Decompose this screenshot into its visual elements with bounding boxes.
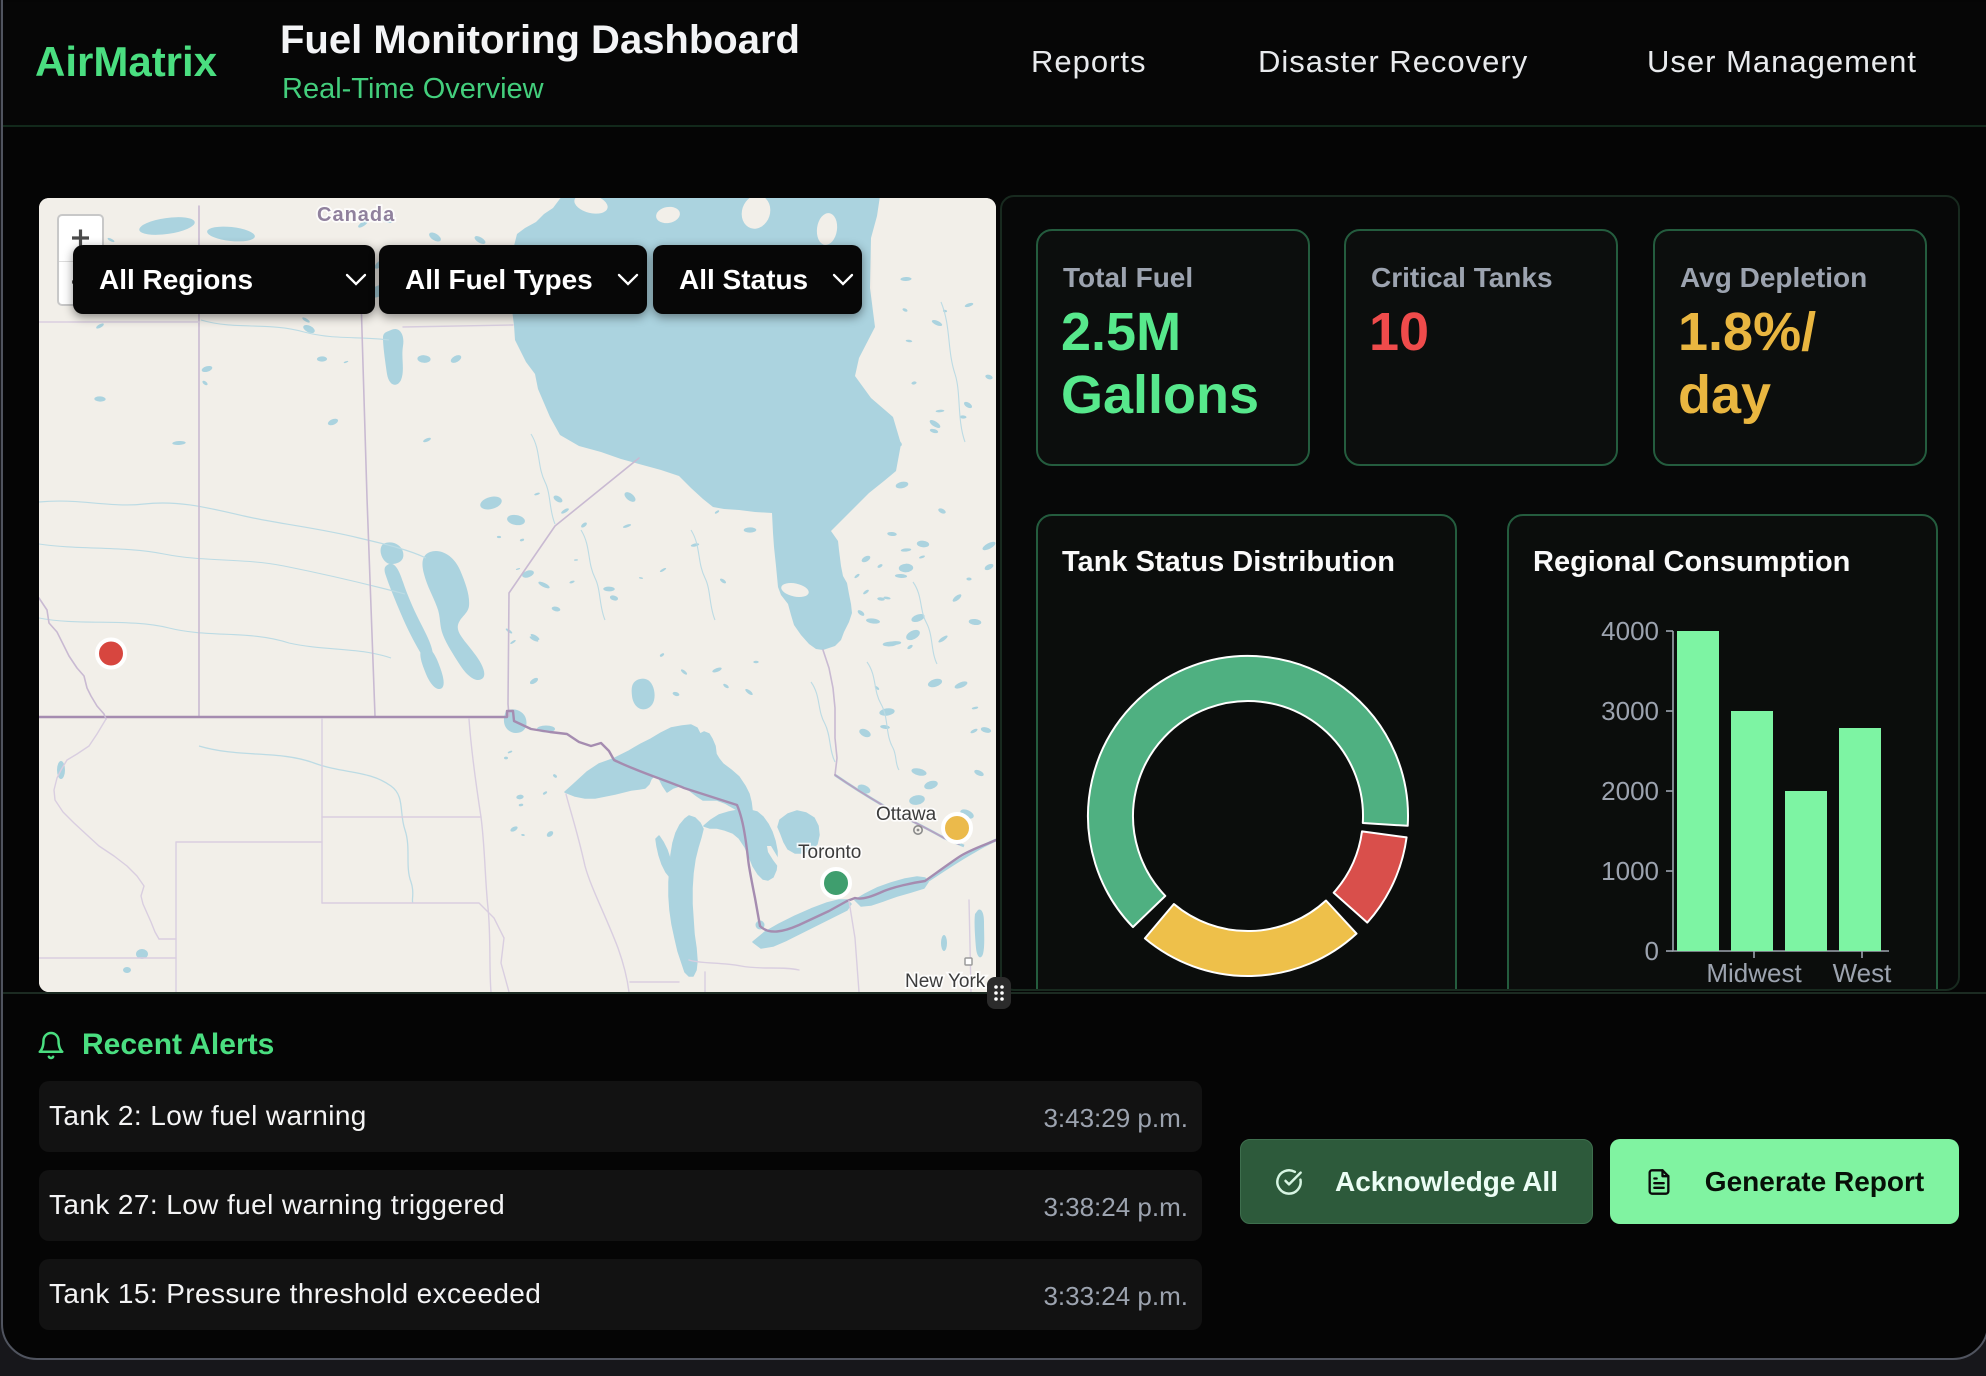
svg-text:Toronto: Toronto	[798, 842, 861, 863]
svg-text:Canada: Canada	[317, 204, 395, 226]
svg-text:Midwest: Midwest	[1706, 958, 1802, 988]
svg-text:4000: 4000	[1601, 616, 1659, 646]
svg-text:1000: 1000	[1601, 856, 1659, 886]
svg-text:New York: New York	[905, 971, 986, 992]
svg-text:3000: 3000	[1601, 696, 1659, 726]
svg-text:2000: 2000	[1601, 776, 1659, 806]
svg-text:Ottawa: Ottawa	[876, 804, 937, 825]
svg-text:West: West	[1833, 958, 1893, 988]
svg-text:0: 0	[1645, 936, 1659, 966]
